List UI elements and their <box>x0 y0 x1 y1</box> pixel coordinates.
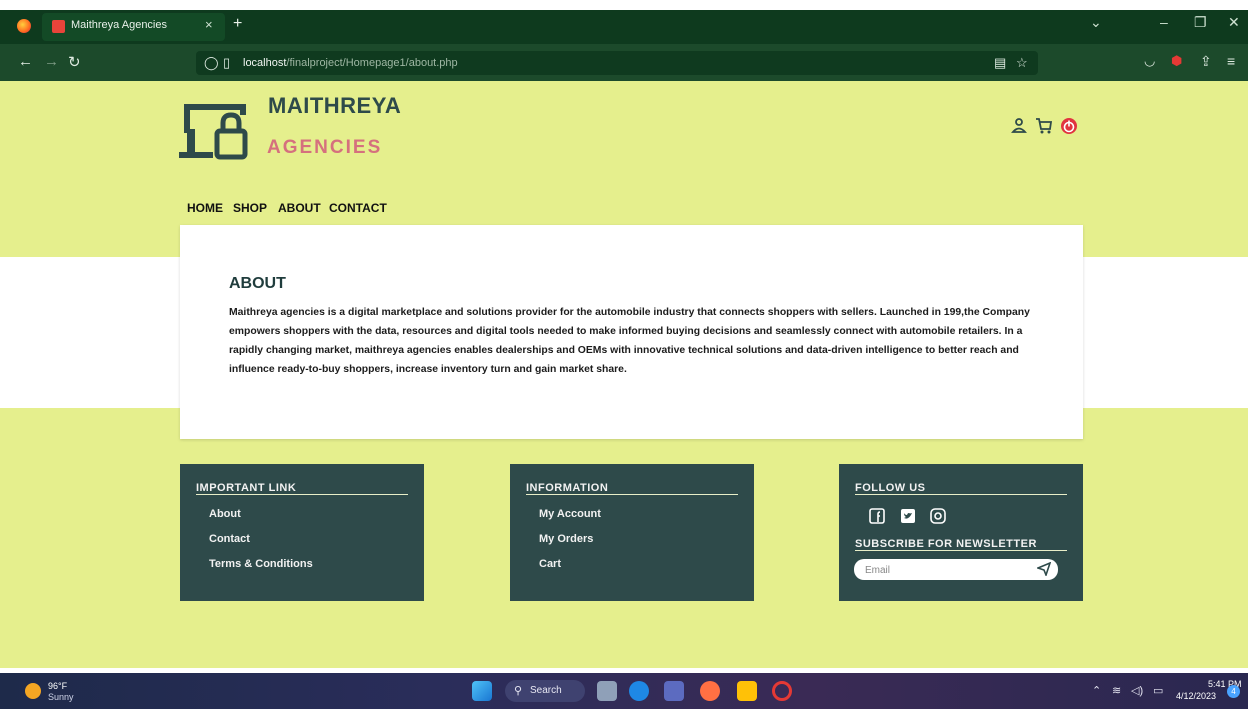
firefox-taskbar-icon[interactable] <box>700 681 720 701</box>
url-host: localhost <box>243 57 287 69</box>
taskbar <box>0 673 1248 709</box>
new-tab-button[interactable]: + <box>233 15 242 33</box>
divider <box>196 494 408 495</box>
weather-condition[interactable]: Sunny <box>48 692 74 702</box>
search-icon: ⚲ <box>514 685 523 697</box>
back-icon[interactable]: ← <box>18 53 33 70</box>
nav-home[interactable]: HOME <box>187 201 223 215</box>
file-explorer-icon[interactable] <box>737 681 757 701</box>
brand-title: MAITHREYA <box>268 93 402 118</box>
footer-link-my-account[interactable]: My Account <box>539 508 601 520</box>
top-strip <box>0 0 1248 10</box>
footer-link-cart[interactable]: Cart <box>539 558 561 570</box>
footer-link-my-orders[interactable]: My Orders <box>539 533 593 545</box>
nav-about[interactable]: ABOUT <box>278 201 321 215</box>
opera-icon[interactable] <box>772 681 792 701</box>
divider <box>855 494 1067 495</box>
user-icon[interactable] <box>1011 117 1027 135</box>
newsletter-form <box>854 559 1058 580</box>
important-links-heading: IMPORTANT LINK <box>196 482 297 494</box>
pocket-icon[interactable]: ◡ <box>1144 53 1155 69</box>
power-icon[interactable] <box>1060 117 1078 135</box>
windows-start-icon[interactable] <box>472 681 492 701</box>
tab-close-icon[interactable]: × <box>205 17 213 32</box>
tab-list-chevron-icon[interactable]: ⌄ <box>1090 14 1102 31</box>
page: MAITHREYA AGENCIES HOME SHOP ABOUT CONTA… <box>0 81 1248 668</box>
reader-view-icon[interactable]: ▤ <box>994 55 1006 71</box>
adblock-icon[interactable]: ⬢ <box>1171 53 1182 69</box>
wifi-icon[interactable]: ≋ <box>1112 684 1121 697</box>
volume-icon[interactable]: ◁) <box>1131 684 1143 697</box>
url-path: /finalproject/Homepage1/about.php <box>286 57 458 69</box>
divider <box>526 494 738 495</box>
restore-icon[interactable]: ❐ <box>1194 14 1207 31</box>
about-title: ABOUT <box>229 275 286 292</box>
twitter-icon[interactable] <box>900 508 916 524</box>
footer-link-about[interactable]: About <box>209 508 241 520</box>
bookmark-star-icon[interactable]: ☆ <box>1016 55 1028 71</box>
tab-favicon-icon <box>52 20 65 33</box>
footer-follow: FOLLOW US SUBSCRIBE FOR NEWSLETTER <box>839 464 1083 601</box>
forward-icon[interactable]: → <box>44 53 59 70</box>
footer-link-contact[interactable]: Contact <box>209 533 250 545</box>
minimize-icon[interactable]: – <box>1160 14 1168 30</box>
shield-icon[interactable]: ◯ <box>204 55 219 71</box>
facebook-icon[interactable] <box>869 508 885 524</box>
divider <box>855 550 1067 551</box>
weather-sun-icon[interactable] <box>25 683 41 699</box>
task-view-icon[interactable] <box>597 681 617 701</box>
instagram-icon[interactable] <box>930 508 946 524</box>
firefox-menu-icon[interactable] <box>17 19 31 33</box>
footer-link-terms[interactable]: Terms & Conditions <box>209 558 313 570</box>
taskbar-search-label: Search <box>530 685 562 696</box>
close-window-icon[interactable]: ✕ <box>1228 14 1240 31</box>
page-icon[interactable]: ▯ <box>223 55 230 71</box>
address-bar[interactable]: ◯ ▯ localhost/finalproject/Homepage1/abo… <box>196 51 1038 75</box>
taskbar-search[interactable]: ⚲ Search <box>505 680 585 702</box>
tray-chevron-icon[interactable]: ⌃ <box>1092 684 1101 697</box>
store-icon[interactable] <box>664 681 684 701</box>
information-heading: INFORMATION <box>526 482 609 494</box>
url-text[interactable]: localhost/finalproject/Homepage1/about.p… <box>243 57 458 69</box>
about-card: ABOUT Maithreya agencies is a digital ma… <box>180 225 1083 439</box>
tab-title: Maithreya Agencies <box>71 19 167 31</box>
clock-date[interactable]: 4/12/2023 <box>1176 691 1216 701</box>
about-text: Maithreya agencies is a digital marketpl… <box>229 307 1030 375</box>
extensions-icon[interactable]: ⇪ <box>1200 53 1212 70</box>
weather-temp[interactable]: 96°F <box>48 681 67 691</box>
send-icon[interactable] <box>1037 562 1051 576</box>
nav-contact[interactable]: CONTACT <box>329 201 387 215</box>
logo-laptop-lock-icon[interactable] <box>179 101 259 161</box>
cart-icon[interactable] <box>1035 117 1053 135</box>
footer-information: INFORMATION My Account My Orders Cart <box>510 464 754 601</box>
battery-icon[interactable]: ▭ <box>1153 684 1163 697</box>
nav-shop[interactable]: SHOP <box>233 201 267 215</box>
reload-icon[interactable]: ↻ <box>68 53 81 71</box>
menu-icon[interactable]: ≡ <box>1227 53 1235 69</box>
footer-important-links: IMPORTANT LINK About Contact Terms & Con… <box>180 464 424 601</box>
edge-icon[interactable] <box>629 681 649 701</box>
brand-subtitle: AGENCIES <box>267 137 383 158</box>
email-input[interactable] <box>863 562 1027 579</box>
newsletter-heading: SUBSCRIBE FOR NEWSLETTER <box>855 538 1037 550</box>
browser-tab[interactable]: Maithreya Agencies × <box>42 13 225 41</box>
notification-badge[interactable]: 4 <box>1227 685 1240 698</box>
follow-us-heading: FOLLOW US <box>855 482 926 494</box>
